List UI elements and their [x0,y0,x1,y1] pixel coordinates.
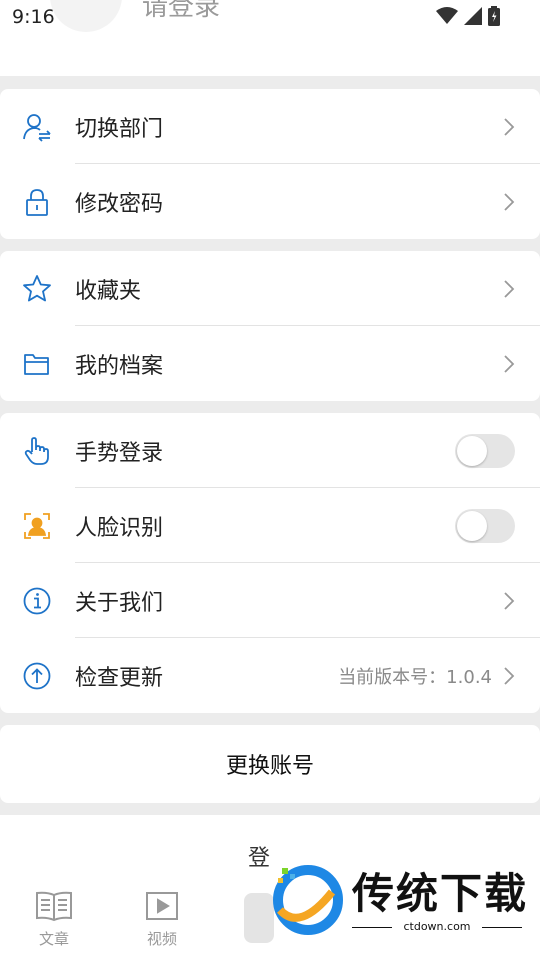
version-text: 当前版本号：1.0.4 [338,666,492,688]
menu-label: 人脸识别 [75,515,164,541]
play-icon [146,892,178,920]
menu-gesture-login: 手势登录 [0,413,540,488]
face-scan-icon [22,511,52,541]
tab-articles[interactable]: 文章 [24,890,84,949]
status-icons [436,6,500,26]
menu-my-archive[interactable]: 我的档案 [0,326,540,401]
watermark-logo [273,865,343,935]
chevron-right-icon [504,591,515,610]
status-time: 9:16 [12,6,55,28]
tab-videos[interactable]: 视频 [132,890,192,949]
menu-label: 关于我们 [75,590,164,616]
chevron-right-icon [504,192,515,211]
menu-label: 手势登录 [75,440,164,466]
menu-favorites[interactable]: 收藏夹 [0,251,540,326]
settings-group-system: 手势登录 人脸识别 关于我们 检查更新 当前版本号：1.0.4 [0,413,540,713]
menu-about-us[interactable]: 关于我们 [0,563,540,638]
chevron-right-icon [504,666,515,685]
menu-label: 收藏夹 [75,278,142,304]
center-glyph: 登 [248,846,271,871]
watermark: 传统下载 ctdown.com [270,860,530,940]
folder-icon [22,349,52,379]
wifi-icon [436,7,458,24]
upload-icon [22,661,52,691]
gesture-login-toggle[interactable] [455,433,515,468]
info-icon [22,586,52,616]
book-icon [36,891,72,922]
settings-group-content: 收藏夹 我的档案 [0,251,540,401]
toggle-knob [457,510,487,541]
menu-change-password[interactable]: 修改密码 [0,164,540,239]
menu-face-recognition: 人脸识别 [0,488,540,563]
hand-pointer-icon [22,436,52,466]
menu-label: 修改密码 [75,191,164,217]
star-icon [22,274,52,304]
watermark-title: 传统下载 [352,869,529,918]
settings-group-account: 切换部门 修改密码 [0,89,540,239]
tab-label: 视频 [146,930,177,948]
tab-label: 文章 [38,930,69,948]
login-prompt[interactable]: 请登录 [142,0,220,23]
toggle-knob [457,435,487,466]
menu-check-update[interactable]: 检查更新 当前版本号：1.0.4 [0,638,540,713]
switch-account-button[interactable]: 更换账号 [0,725,540,803]
menu-switch-department[interactable]: 切换部门 [0,89,540,164]
chevron-right-icon [504,117,515,136]
switch-user-icon [22,112,52,142]
chevron-right-icon [504,279,515,298]
signal-icon [464,7,482,25]
menu-label: 切换部门 [75,116,164,142]
chevron-right-icon [504,354,515,373]
header-area: 请登录 9:16 [0,0,540,76]
face-recognition-toggle[interactable] [455,508,515,543]
battery-icon [488,6,500,26]
watermark-site: ctdown.com [403,920,471,933]
menu-label: 我的档案 [75,353,164,379]
menu-label: 检查更新 [75,665,164,691]
avatar[interactable] [50,0,122,32]
lock-icon [22,187,52,217]
